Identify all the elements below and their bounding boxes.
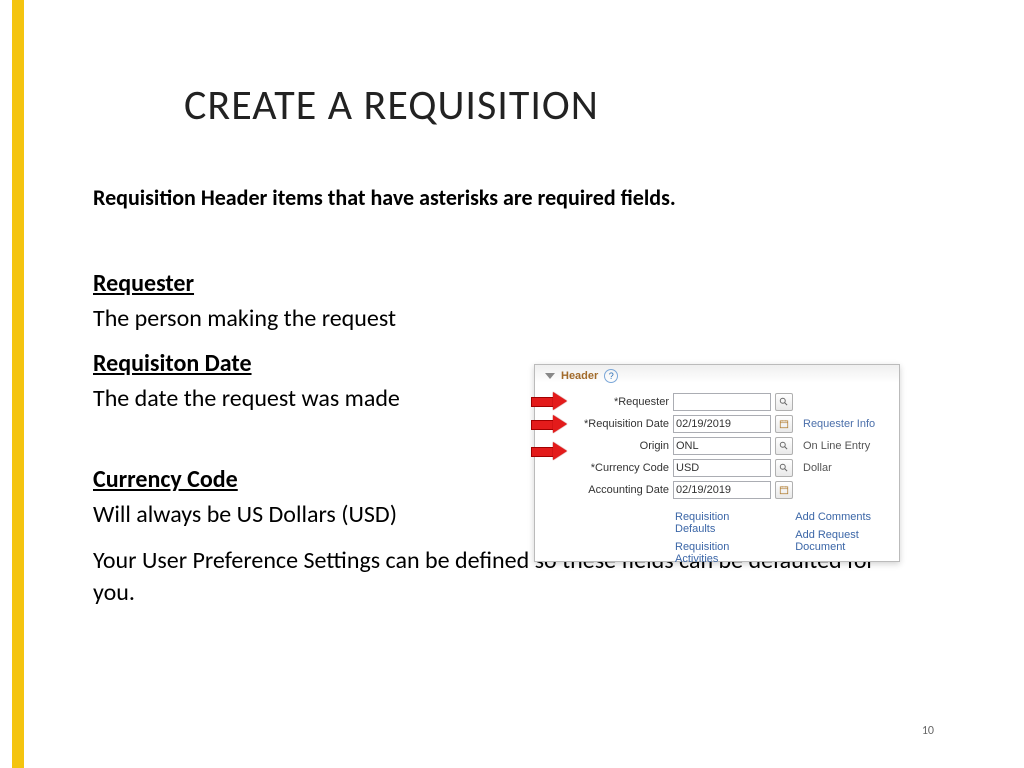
intro-text: Requisition Header items that have aster…: [93, 184, 923, 211]
lookup-icon[interactable]: [775, 437, 793, 455]
add-request-document-link[interactable]: Add Request Document: [795, 529, 891, 553]
header-screenshot: Header ? *Requester *Requisition Date Re…: [534, 364, 900, 562]
requester-input[interactable]: [673, 393, 771, 411]
header-links: Requisition Defaults Requisition Activit…: [535, 501, 899, 565]
calendar-icon[interactable]: [775, 415, 793, 433]
requisition-defaults-link[interactable]: Requisition Defaults: [675, 511, 757, 535]
row-origin: Origin On Line Entry: [565, 435, 893, 457]
requester-label: *Requester: [565, 396, 669, 408]
requester-info-link[interactable]: Requester Info: [803, 418, 875, 430]
page-number: 10: [922, 724, 934, 738]
collapsible-header[interactable]: Header ?: [535, 365, 899, 387]
origin-label: Origin: [565, 440, 669, 452]
requester-body: The person making the request: [93, 304, 923, 333]
requisition-activities-link[interactable]: Requisition Activities: [675, 541, 757, 565]
row-accounting-date: Accounting Date: [565, 479, 893, 501]
help-icon[interactable]: ?: [604, 369, 618, 383]
header-label: Header: [561, 370, 598, 382]
lookup-icon[interactable]: [775, 393, 793, 411]
pointer-arrow-icon: [531, 418, 571, 430]
chevron-down-icon: [545, 373, 555, 379]
currency-side-text: Dollar: [803, 462, 832, 474]
lookup-icon[interactable]: [775, 459, 793, 477]
row-currency-code: *Currency Code Dollar: [565, 457, 893, 479]
page-title: CREATE A REQUISITION: [184, 80, 599, 131]
currency-code-label: *Currency Code: [565, 462, 669, 474]
pointer-arrow-icon: [531, 395, 571, 407]
currency-code-input[interactable]: [673, 459, 771, 477]
origin-input[interactable]: [673, 437, 771, 455]
calendar-icon[interactable]: [775, 481, 793, 499]
origin-side-text: On Line Entry: [803, 440, 870, 452]
requester-heading: Requester: [93, 269, 923, 298]
row-requisition-date: *Requisition Date Requester Info: [565, 413, 893, 435]
accounting-date-label: Accounting Date: [565, 484, 669, 496]
form-rows: *Requester *Requisition Date Requester I…: [535, 387, 899, 501]
requisition-date-input[interactable]: [673, 415, 771, 433]
requisition-date-label: *Requisition Date: [565, 418, 669, 430]
accounting-date-input[interactable]: [673, 481, 771, 499]
add-comments-link[interactable]: Add Comments: [795, 511, 891, 523]
pointer-arrow-icon: [531, 445, 571, 457]
accent-bar: [12, 0, 24, 768]
row-requester: *Requester: [565, 391, 893, 413]
